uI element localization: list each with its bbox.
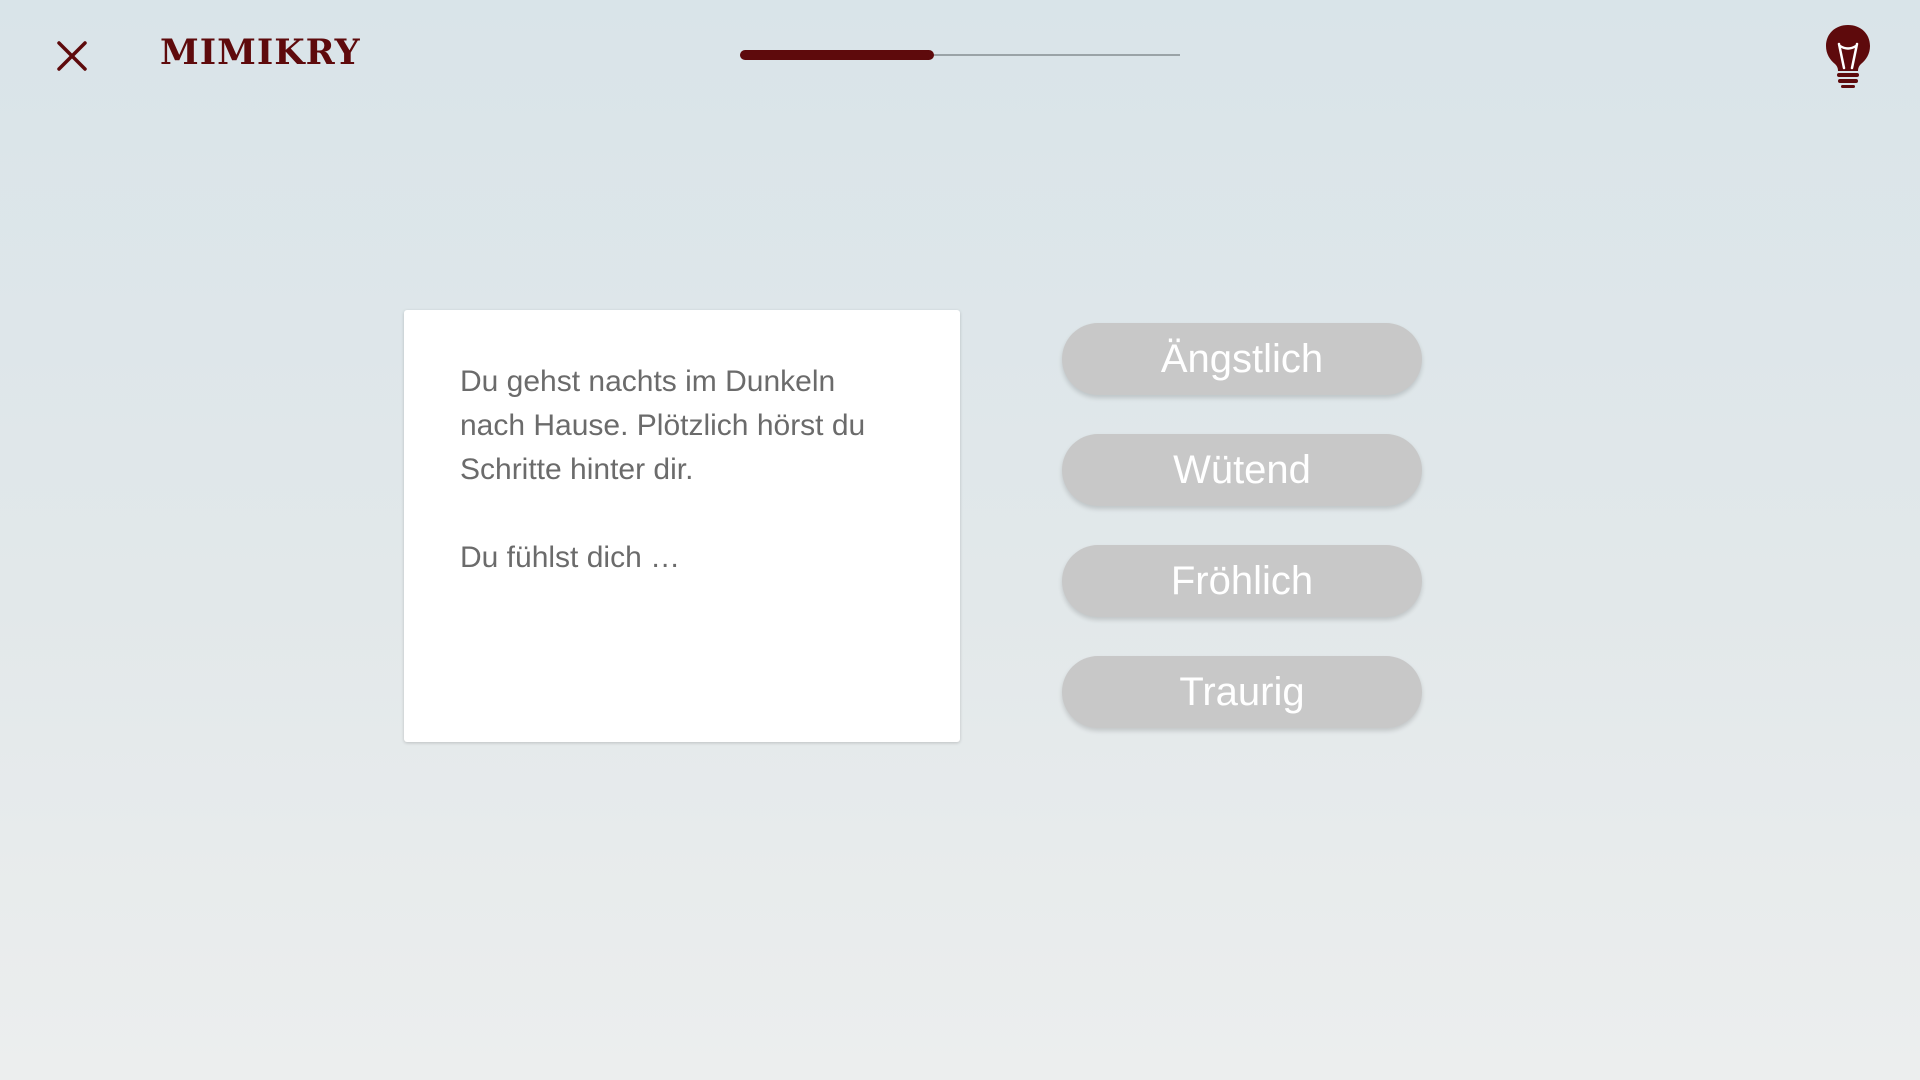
- answer-button-wuetend[interactable]: Wütend: [1062, 434, 1422, 506]
- app-title: MIMIKRY: [160, 32, 361, 73]
- answer-button-aengstlich[interactable]: Ängstlich: [1062, 323, 1422, 395]
- question-card: Du gehst nachts im Dunkeln nach Hause. P…: [404, 310, 960, 742]
- close-icon: [57, 41, 87, 71]
- question-text: Du gehst nachts im Dunkeln nach Hause. P…: [460, 365, 866, 486]
- answer-button-traurig[interactable]: Traurig: [1062, 656, 1422, 728]
- progress-fill: [740, 50, 934, 60]
- question-prompt: Du fühlst dich …: [460, 541, 681, 574]
- close-button[interactable]: [48, 32, 96, 80]
- answer-button-froehlich[interactable]: Fröhlich: [1062, 545, 1422, 617]
- lightbulb-icon: [1826, 25, 1870, 88]
- progress-bar: [740, 50, 1180, 60]
- hint-button[interactable]: [1818, 22, 1878, 90]
- answer-list: Ängstlich Wütend Fröhlich Traurig: [1062, 323, 1422, 767]
